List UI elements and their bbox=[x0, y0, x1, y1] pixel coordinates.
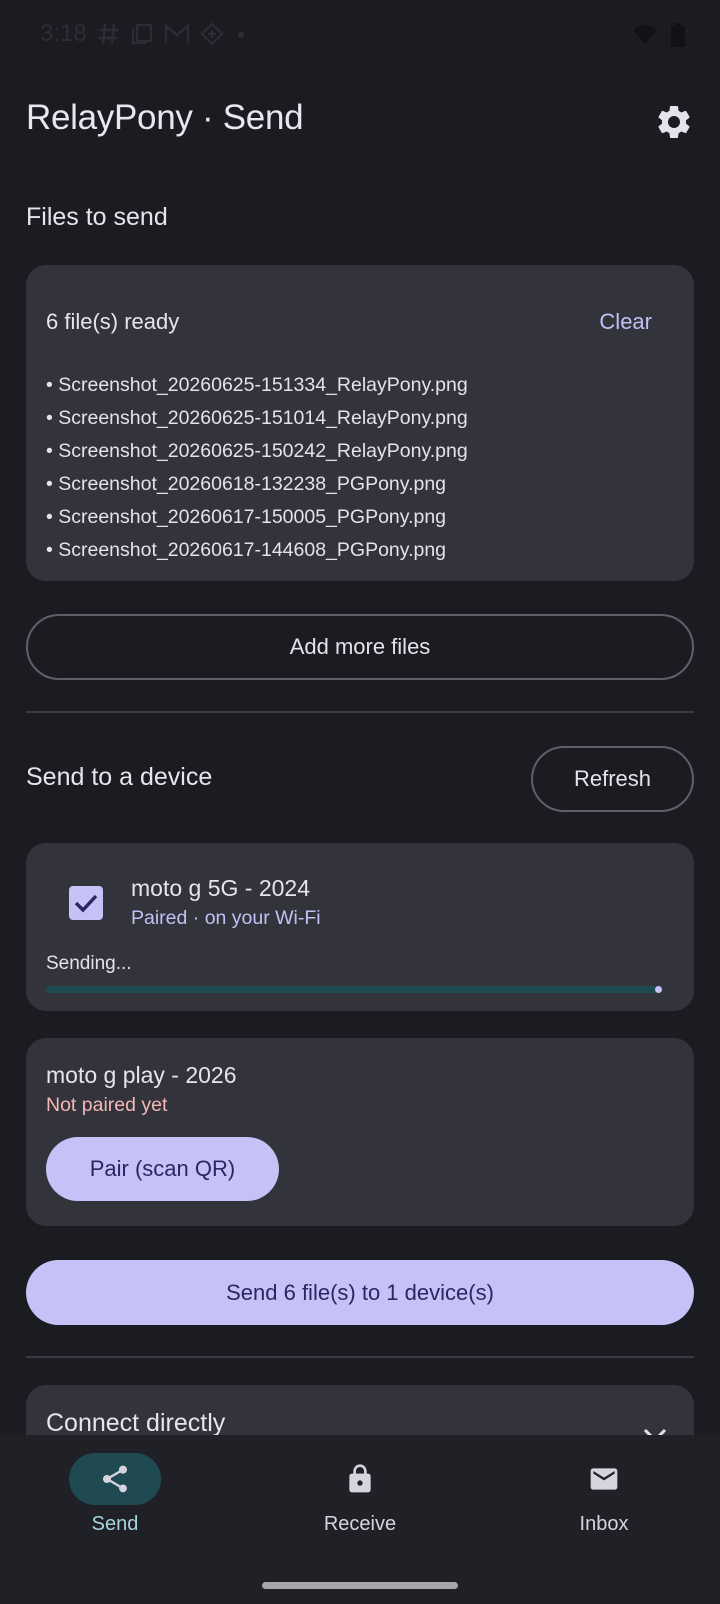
files-section-title: Files to send bbox=[26, 203, 168, 231]
gmail-icon bbox=[164, 23, 190, 49]
device-name: moto g play - 2026 bbox=[46, 1062, 237, 1088]
nav-pill bbox=[69, 1453, 161, 1505]
send-files-button[interactable]: Send 6 file(s) to 1 device(s) bbox=[26, 1260, 694, 1325]
files-card: 6 file(s) ready Clear • Screenshot_20260… bbox=[26, 265, 694, 581]
nav-label: Send bbox=[91, 1513, 139, 1535]
check-icon bbox=[74, 894, 98, 913]
wifi-icon bbox=[632, 24, 658, 50]
page-title: RelayPony · Send bbox=[26, 98, 304, 137]
nav-item-receive[interactable]: Receive bbox=[280, 1453, 440, 1536]
settings-button[interactable] bbox=[654, 102, 694, 142]
device-status: Not paired yet bbox=[46, 1094, 168, 1116]
nav-label: Inbox bbox=[579, 1513, 629, 1535]
notification-icons bbox=[98, 22, 248, 50]
refresh-button[interactable]: Refresh bbox=[531, 746, 694, 812]
list-item: • Screenshot_20260625-151334_RelayPony.p… bbox=[46, 374, 468, 396]
list-item: • Screenshot_20260617-144608_PGPony.png bbox=[46, 539, 447, 561]
file-list: • Screenshot_20260625-151334_RelayPony.p… bbox=[46, 369, 468, 567]
list-item: • Screenshot_20260625-150242_RelayPony.p… bbox=[46, 440, 468, 462]
progress-label: Sending... bbox=[46, 953, 132, 974]
battery-icon bbox=[670, 22, 686, 52]
nav-pill bbox=[314, 1453, 406, 1505]
diamond-icon bbox=[200, 22, 224, 50]
status-time: 3:18 bbox=[40, 20, 87, 47]
clear-button[interactable]: Clear bbox=[599, 309, 652, 335]
dot-icon bbox=[234, 22, 248, 50]
pair-button[interactable]: Pair (scan QR) bbox=[46, 1137, 279, 1201]
bottom-navigation: Send Receive Inbox bbox=[0, 1435, 720, 1604]
hash-icon bbox=[98, 22, 120, 50]
device-checkbox[interactable] bbox=[69, 886, 103, 920]
list-item: • Screenshot_20260617-150005_PGPony.png bbox=[46, 506, 447, 528]
nav-pill bbox=[558, 1453, 650, 1505]
system-icons bbox=[632, 22, 686, 52]
devices-section-title: Send to a device bbox=[26, 763, 213, 791]
divider bbox=[26, 1356, 694, 1358]
progress-indicator bbox=[655, 986, 662, 993]
home-indicator[interactable] bbox=[262, 1582, 458, 1589]
nav-item-inbox[interactable]: Inbox bbox=[524, 1453, 684, 1536]
add-more-files-button[interactable]: Add more files bbox=[26, 614, 694, 680]
device-card: moto g play - 2026 Not paired yet Pair (… bbox=[26, 1038, 694, 1226]
progress-bar bbox=[46, 986, 662, 993]
files-count: 6 file(s) ready bbox=[46, 309, 180, 334]
progress-fill bbox=[46, 986, 662, 993]
status-bar: 3:18 bbox=[0, 0, 720, 70]
list-item: • Screenshot_20260625-151014_RelayPony.p… bbox=[46, 407, 468, 429]
gear-icon bbox=[654, 105, 694, 146]
nav-label: Receive bbox=[323, 1513, 397, 1535]
divider bbox=[26, 711, 694, 713]
device-status: Paired · on your Wi-Fi bbox=[131, 907, 321, 929]
copy-icon bbox=[130, 22, 154, 50]
list-item: • Screenshot_20260618-132238_PGPony.png bbox=[46, 473, 447, 495]
connect-directly-title: Connect directly bbox=[46, 1409, 226, 1437]
device-card: moto g 5G - 2024 Paired · on your Wi-Fi … bbox=[26, 843, 694, 1011]
device-name: moto g 5G - 2024 bbox=[131, 875, 310, 901]
nav-item-send[interactable]: Send bbox=[35, 1453, 195, 1536]
